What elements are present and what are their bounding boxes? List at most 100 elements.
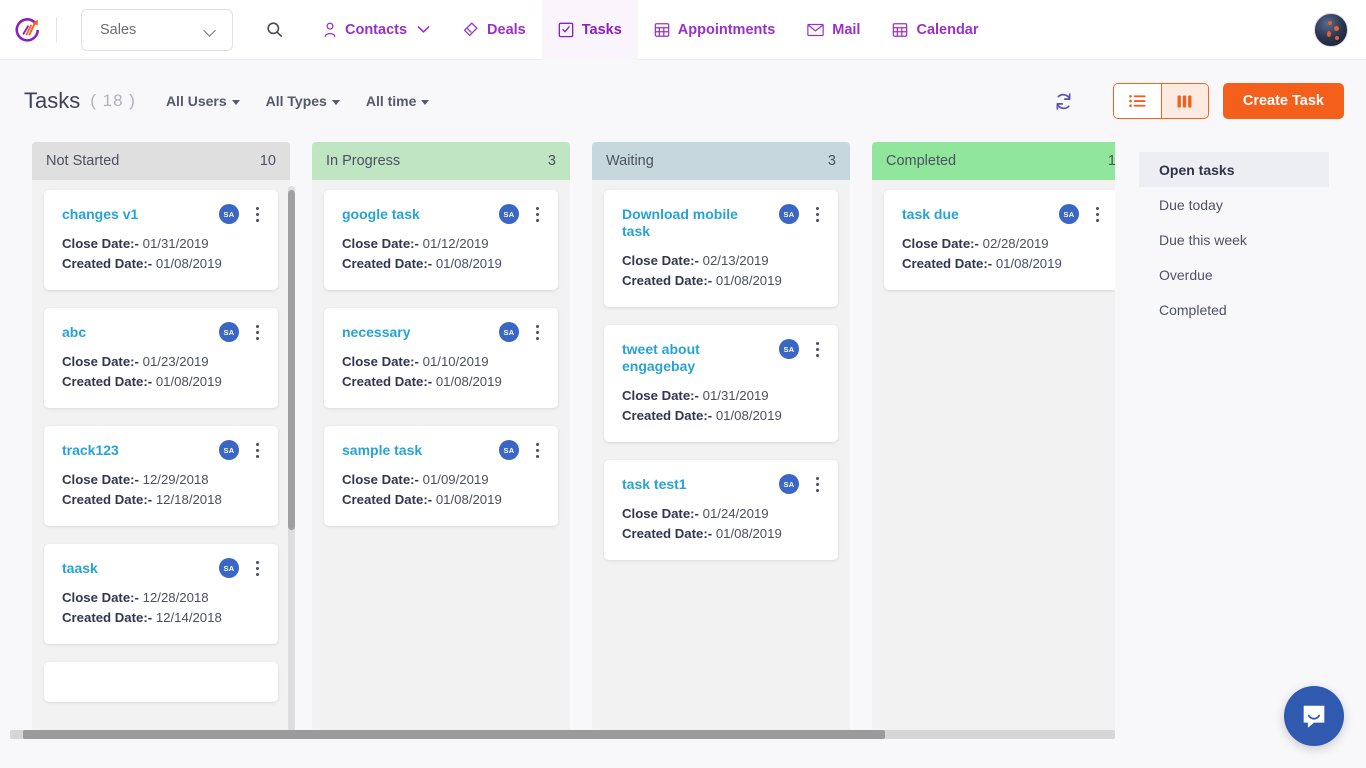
filter-all-time[interactable]: All time [366,93,430,109]
task-close-date-row: Close Date:- 01/24/2019 [622,504,824,524]
task-assignee-avatar[interactable]: SA [219,558,239,578]
list-view-button[interactable] [1114,84,1161,118]
refresh-button[interactable] [1045,82,1083,120]
nav-item-calendar-label: Calendar [916,22,978,38]
nav-item-contacts[interactable]: Contacts [307,0,446,60]
task-assignee-avatar[interactable]: SA [779,474,799,494]
avatar-speck [1335,36,1339,40]
task-assignee-avatar[interactable]: SA [219,322,239,342]
column-vertical-scrollbar[interactable] [288,186,295,732]
contacts-person-icon [323,21,337,38]
task-assignee-avatar[interactable]: SA [1059,204,1079,224]
task-card[interactable]: changes v1Close Date:- 01/31/2019Created… [44,190,278,290]
kanban-column-body: Download mobile taskClose Date:- 02/13/2… [592,180,850,732]
kanban-column-header: Waiting3 [592,142,850,180]
task-card-menu-icon[interactable] [250,321,264,343]
task-assignee-avatar[interactable]: SA [499,440,519,460]
task-card-menu-icon[interactable] [530,321,544,343]
created-date-label: Created Date:- [622,408,712,423]
task-filter-item-open-tasks[interactable]: Open tasks [1139,152,1329,187]
nav-item-tasks[interactable]: Tasks [542,0,638,60]
task-filter-item-due-today[interactable]: Due today [1139,187,1329,222]
close-date-label: Close Date:- [342,236,419,251]
task-filter-item-label: Due today [1159,197,1223,213]
horizontal-scrollbar-thumb[interactable] [23,730,885,739]
task-card-menu-icon[interactable] [530,203,544,225]
created-date-value: 12/18/2018 [156,492,222,507]
nav-item-calendar[interactable]: Calendar [876,0,994,60]
task-assignee-avatar[interactable]: SA [499,322,519,342]
board-view-button[interactable] [1161,84,1208,118]
close-date-label: Close Date:- [62,236,139,251]
board-view-icon [1177,95,1192,108]
task-card-menu-icon[interactable] [810,473,824,495]
kanban-column-header: Completed1 [872,142,1115,180]
engagebay-logo-icon [13,15,43,45]
user-avatar[interactable] [1314,13,1348,47]
intercom-launcher-button[interactable] [1284,686,1344,746]
task-card[interactable]: Download mobile taskClose Date:- 02/13/2… [604,190,838,307]
task-card[interactable]: abcClose Date:- 01/23/2019Created Date:-… [44,308,278,408]
task-card[interactable]: tweet about engagebayClose Date:- 01/31/… [604,325,838,442]
task-assignee-avatar[interactable]: SA [779,339,799,359]
view-toggle-group [1113,83,1209,119]
search-button[interactable] [257,13,291,47]
board-horizontal-scrollbar[interactable] [10,730,1115,739]
workspace-select[interactable]: Sales [81,9,233,51]
filter-all-users[interactable]: All Users [166,93,240,109]
close-date-value: 02/28/2019 [983,236,1049,251]
created-date-value: 01/08/2019 [716,408,782,423]
created-date-value: 01/08/2019 [156,256,222,271]
task-assignee-avatar[interactable]: SA [499,204,519,224]
created-date-value: 12/14/2018 [156,610,222,625]
nav-item-deals[interactable]: Deals [446,0,542,60]
close-date-label: Close Date:- [622,388,699,403]
task-card[interactable]: taaskClose Date:- 12/28/2018Created Date… [44,544,278,644]
page-subheader: Tasks ( 18 ) All Users All Types All tim… [0,60,1366,142]
task-filter-item-overdue[interactable]: Overdue [1139,257,1329,292]
caret-down-icon [332,100,340,105]
close-date-value: 01/12/2019 [423,236,489,251]
task-card-menu-icon[interactable] [250,439,264,461]
task-card[interactable]: google taskClose Date:- 01/12/2019Create… [324,190,558,290]
created-date-label: Created Date:- [342,374,432,389]
task-card[interactable]: sample taskClose Date:- 01/09/2019Create… [324,426,558,526]
task-card-menu-icon[interactable] [250,557,264,579]
filter-group: All Users All Types All time [166,93,429,109]
task-card-partial[interactable] [44,662,278,702]
task-created-date-row: Created Date:- 12/18/2018 [62,490,264,510]
task-card-menu-icon[interactable] [250,203,264,225]
task-card-menu-icon[interactable] [1090,203,1104,225]
close-date-value: 01/09/2019 [423,472,489,487]
task-card-menu-icon[interactable] [530,439,544,461]
nav-item-tasks-label: Tasks [582,22,622,38]
task-card-menu-icon[interactable] [810,338,824,360]
task-filter-item-due-this-week[interactable]: Due this week [1139,222,1329,257]
task-card[interactable]: necessaryClose Date:- 01/10/2019Created … [324,308,558,408]
engagebay-logo[interactable] [0,0,56,60]
task-assignee-avatar[interactable]: SA [779,204,799,224]
task-filter-item-completed[interactable]: Completed [1139,292,1329,327]
deals-tag-icon [462,21,479,38]
filter-all-types[interactable]: All Types [266,93,340,109]
refresh-icon [1053,91,1074,112]
nav-item-mail[interactable]: Mail [791,0,876,60]
nav-item-appointments[interactable]: Appointments [638,0,791,60]
created-date-label: Created Date:- [62,492,152,507]
task-card[interactable]: track123Close Date:- 12/29/2018Created D… [44,426,278,526]
caret-down-icon [232,100,240,105]
task-card[interactable]: task dueClose Date:- 02/28/2019Created D… [884,190,1115,290]
created-date-label: Created Date:- [62,610,152,625]
task-assignee-avatar[interactable]: SA [219,204,239,224]
task-close-date-row: Close Date:- 02/28/2019 [902,234,1104,254]
task-card-menu-icon[interactable] [810,203,824,225]
kanban-column-title: Not Started [46,153,119,169]
create-task-button[interactable]: Create Task [1223,83,1344,119]
task-created-date-row: Created Date:- 12/14/2018 [62,608,264,628]
close-date-value: 02/13/2019 [703,253,769,268]
vertical-scrollbar-thumb[interactable] [288,190,295,530]
created-date-value: 01/08/2019 [156,374,222,389]
created-date-label: Created Date:- [62,256,152,271]
task-assignee-avatar[interactable]: SA [219,440,239,460]
task-card[interactable]: task test1Close Date:- 01/24/2019Created… [604,460,838,560]
